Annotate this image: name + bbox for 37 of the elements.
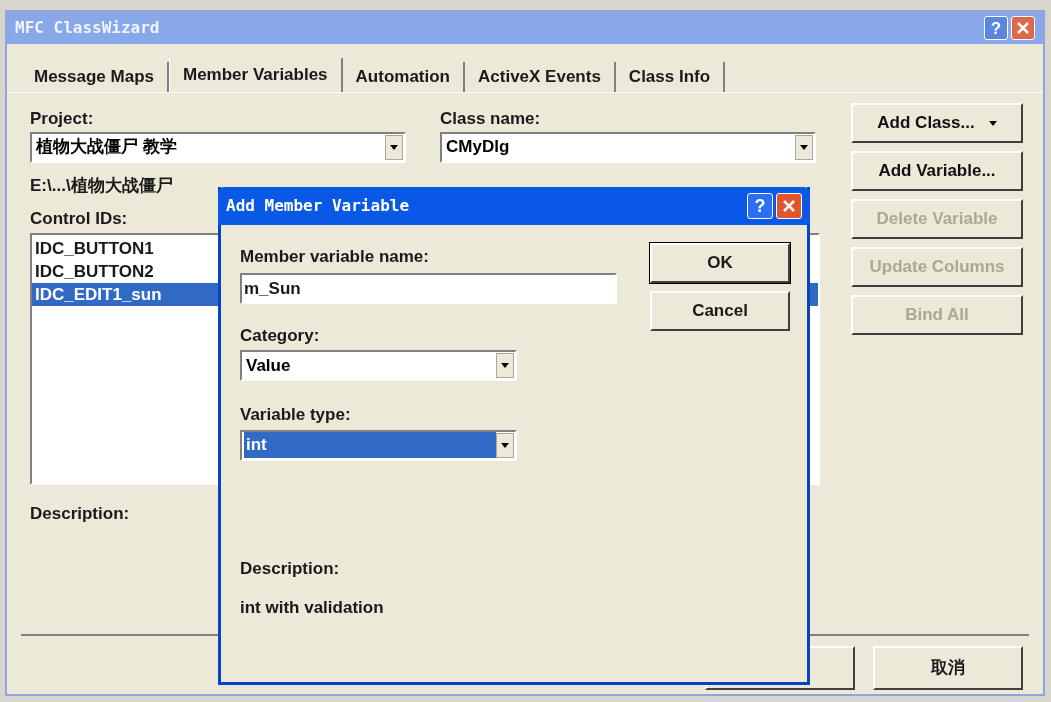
- dropdown-caret-icon: [800, 144, 808, 150]
- input-field[interactable]: m_Sun: [240, 272, 617, 304]
- help-button[interactable]: ?: [984, 16, 1008, 40]
- close-button[interactable]: [1011, 16, 1035, 40]
- tab[interactable]: Class Info: [615, 62, 726, 92]
- description-text: int with validation: [240, 597, 385, 619]
- dropdown-field[interactable]: Value: [240, 350, 517, 381]
- side-button[interactable]: Add Class...: [851, 103, 1023, 143]
- cancel-button[interactable]: 取消: [873, 646, 1023, 690]
- dropdown-field[interactable]: int: [240, 429, 517, 461]
- tab[interactable]: Member Variables: [169, 58, 343, 92]
- dropdown-field[interactable]: CMyDlg: [440, 131, 816, 163]
- close-icon: [783, 200, 795, 212]
- field-label: Variable type:: [240, 404, 352, 426]
- dropdown-field[interactable]: 植物大战僵尸 教学: [30, 131, 406, 163]
- field-label: Project:: [30, 108, 95, 130]
- file-path: E:\...\植物大战僵尸: [30, 174, 173, 197]
- dropdown-caret-icon: [501, 442, 509, 448]
- field-label: Control IDs:: [30, 208, 129, 230]
- tab[interactable]: ActiveX Events: [465, 62, 616, 92]
- dropdown-caret-icon: [501, 363, 509, 368]
- close-button[interactable]: [776, 193, 802, 219]
- close-icon: [1017, 22, 1029, 34]
- field-label: Description:: [240, 557, 341, 580]
- dialog-title: Add Member Variable: [226, 195, 411, 217]
- dialog-button[interactable]: Cancel: [650, 291, 790, 331]
- field-label: Class name:: [440, 108, 542, 130]
- dropdown-caret-icon: [390, 144, 398, 150]
- field-label: Description:: [30, 502, 131, 525]
- field-label: Member variable name:: [240, 246, 430, 268]
- field-label: Category:: [240, 324, 321, 347]
- window-title: MFC ClassWizard: [15, 17, 161, 39]
- help-button[interactable]: ?: [747, 193, 773, 219]
- dropdown-caret-icon: [988, 120, 997, 126]
- tab[interactable]: Automation: [342, 62, 465, 92]
- dialog-button[interactable]: OK: [650, 243, 790, 283]
- side-button[interactable]: Add Variable...: [851, 151, 1023, 191]
